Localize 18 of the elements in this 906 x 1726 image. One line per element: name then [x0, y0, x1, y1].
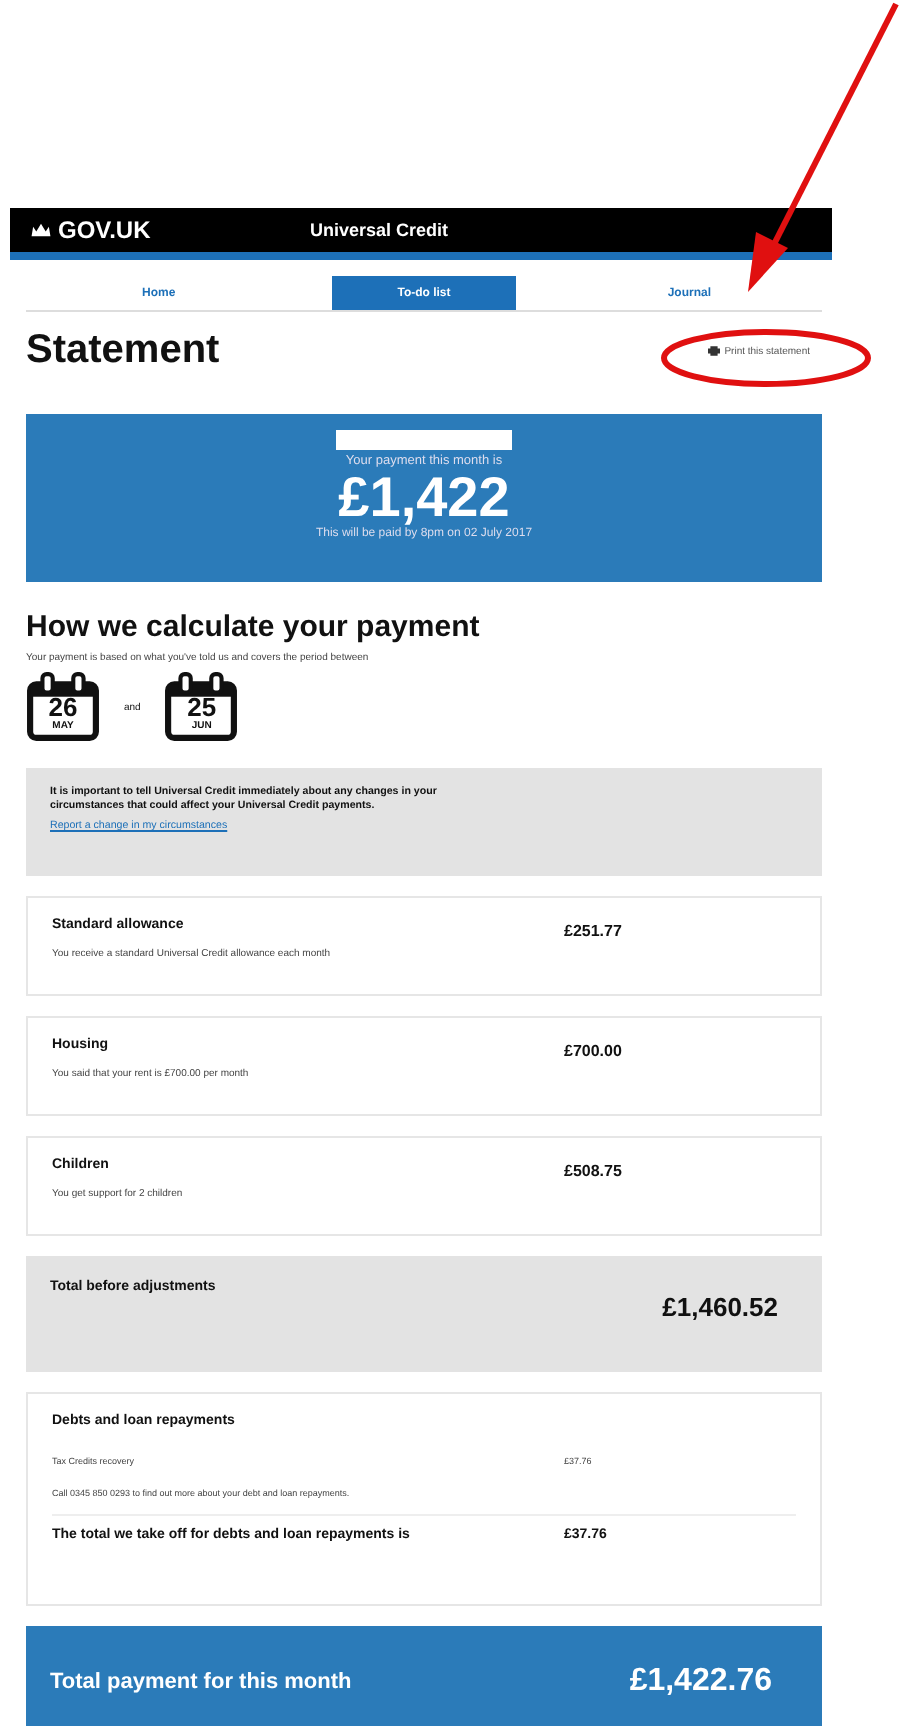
- crown-icon: [30, 222, 52, 238]
- govuk-logo[interactable]: GOV.UK: [30, 216, 310, 244]
- printer-icon: [708, 346, 721, 356]
- payment-amount: £1,422: [338, 468, 510, 528]
- end-day: 25: [164, 694, 239, 720]
- item-amount: £508.75: [564, 1162, 622, 1184]
- start-day: 26: [26, 694, 100, 720]
- total-payment-amount: £1,422.76: [629, 1664, 772, 1700]
- service-name: Universal Credit: [310, 220, 449, 240]
- section-heading: How we calculate your payment: [26, 610, 482, 644]
- logo-text: GOV.UK: [58, 216, 151, 244]
- item-amount: £700.00: [564, 1042, 622, 1064]
- calendar-icon: [26, 672, 100, 742]
- subtotal-amount: £1,460.52: [662, 1292, 778, 1326]
- calendar-icon: [164, 672, 239, 742]
- total-payment-label: Total payment for this month: [50, 1670, 352, 1694]
- page-title: Statement: [26, 328, 220, 374]
- item-amount: £251.77: [564, 922, 622, 944]
